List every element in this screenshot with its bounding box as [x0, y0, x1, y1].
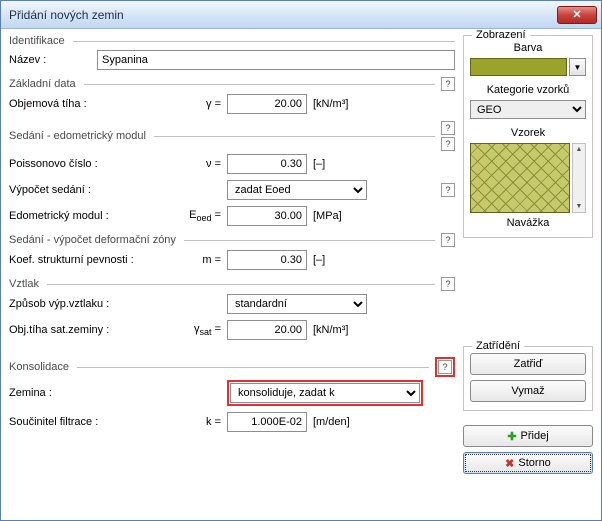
cancel-icon: ✖	[505, 457, 514, 470]
gamma-symbol: γ =	[167, 98, 227, 110]
cancel-button[interactable]: ✖ Storno	[463, 452, 593, 474]
help-icon[interactable]: ?	[441, 233, 455, 247]
gamma-unit: [kN/m³]	[313, 98, 363, 110]
clear-button[interactable]: Vymaž	[470, 380, 586, 402]
gsat-input[interactable]	[227, 320, 307, 340]
vztlak-method-label: Způsob výp.vztlaku :	[9, 298, 167, 310]
k-unit: [m/den]	[313, 416, 363, 428]
nu-unit: [–]	[313, 158, 363, 170]
calc-select[interactable]: zadat Eoed	[227, 180, 367, 200]
divider	[84, 84, 435, 85]
help-icon[interactable]: ?	[438, 360, 452, 374]
gsat-unit: [kN/m³]	[313, 324, 363, 336]
group-zakladni: Základní data	[9, 78, 78, 90]
gamma-label: Objemová tíha :	[9, 98, 167, 110]
window-close-button[interactable]: ✕	[557, 6, 597, 24]
group-zobrazeni: Zobrazení Barva ▼ Kategorie vzorků GEO V…	[463, 35, 593, 238]
help-icon[interactable]: ?	[441, 137, 455, 151]
window-title: Přidání nových zemin	[9, 8, 557, 22]
nu-input[interactable]	[227, 154, 307, 174]
pattern-preview	[470, 143, 570, 213]
gsat-label: Obj.tíha sat.zeminy :	[9, 324, 167, 336]
barva-label: Barva	[470, 42, 586, 54]
m-input[interactable]	[227, 250, 307, 270]
color-swatch	[470, 58, 567, 76]
zobrazeni-legend: Zobrazení	[472, 29, 530, 41]
divider	[77, 367, 429, 368]
m-unit: [–]	[313, 254, 363, 266]
name-label: Název :	[9, 54, 97, 66]
nu-symbol: ν =	[167, 158, 227, 170]
k-label: Součinitel filtrace :	[9, 416, 167, 428]
group-zatrideni: Zatřídění Zatřiď Vymaž	[463, 346, 593, 411]
help-icon[interactable]: ?	[441, 183, 455, 197]
highlight-help: ?	[435, 357, 455, 377]
zatrideni-legend: Zatřídění	[472, 340, 524, 352]
plus-icon: ✚	[507, 430, 516, 443]
classify-button[interactable]: Zatřiď	[470, 353, 586, 375]
highlight-zemina: konsoliduje, zadat k	[227, 380, 423, 406]
help-icon[interactable]: ?	[441, 121, 455, 135]
add-button-label: Přidej	[521, 430, 549, 442]
eoed-unit: [MPa]	[313, 210, 363, 222]
gsat-symbol: γsat =	[167, 323, 227, 337]
help-icon[interactable]: ?	[441, 77, 455, 91]
divider	[73, 41, 455, 42]
pattern-scrollbar[interactable]: ▲▼	[572, 143, 586, 213]
m-label: Koef. strukturní pevnosti :	[9, 254, 167, 266]
group-identifikace: Identifikace	[9, 35, 67, 47]
k-input[interactable]	[227, 412, 307, 432]
group-vztlak: Vztlak	[9, 278, 41, 290]
m-symbol: m =	[167, 254, 227, 266]
help-icon[interactable]: ?	[441, 277, 455, 291]
vzorek-label: Vzorek	[470, 127, 586, 139]
zemina-select[interactable]: konsoliduje, zadat k	[230, 383, 420, 403]
group-sedani-eoed: Sedání - edometrický modul	[9, 130, 148, 142]
kategorie-label: Kategorie vzorků	[470, 84, 586, 96]
name-input[interactable]	[97, 50, 455, 70]
divider	[47, 284, 435, 285]
k-symbol: k =	[167, 416, 227, 428]
kategorie-select[interactable]: GEO	[470, 100, 586, 119]
nu-label: Poissonovo číslo :	[9, 158, 167, 170]
eoed-label: Edometrický modul :	[9, 210, 167, 222]
cancel-button-label: Storno	[518, 457, 550, 469]
divider	[184, 240, 435, 241]
group-konsolidace: Konsolidace	[9, 361, 71, 373]
group-defzona: Sedání - výpočet deformační zóny	[9, 234, 178, 246]
zemina-label: Zemina :	[9, 387, 167, 399]
eoed-symbol: Eoed =	[167, 209, 227, 223]
pattern-name: Navážka	[470, 217, 586, 229]
color-dropdown-button[interactable]: ▼	[569, 58, 586, 76]
calc-label: Výpočet sedání :	[9, 184, 167, 196]
add-button[interactable]: ✚ Přidej	[463, 425, 593, 447]
vztlak-method-select[interactable]: standardní	[227, 294, 367, 314]
gamma-input[interactable]	[227, 94, 307, 114]
eoed-input[interactable]	[227, 206, 307, 226]
divider	[154, 136, 435, 137]
